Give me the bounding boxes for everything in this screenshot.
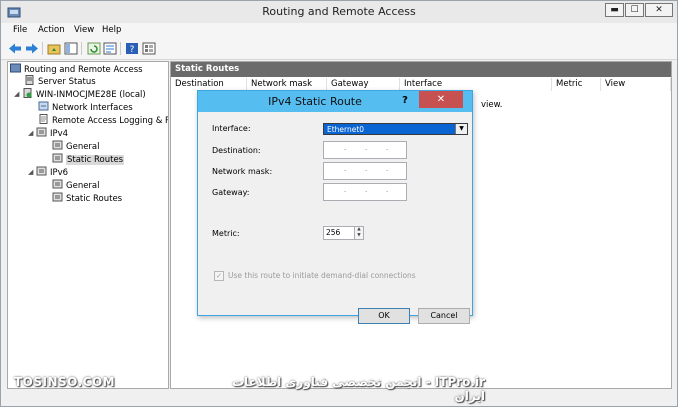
watermark-tosinso: TOSINSO.COM bbox=[14, 375, 116, 389]
tree-item-ipv6[interactable]: ◢ IPv6 bbox=[28, 166, 68, 179]
empty-list-message: view. bbox=[481, 100, 503, 110]
toolbar-separator bbox=[120, 42, 121, 55]
tree-item-ipv4-general[interactable]: General bbox=[52, 140, 100, 153]
tree-item-remote-access-logging[interactable]: Remote Access Logging & Pol bbox=[38, 114, 168, 127]
menu-action[interactable]: Action bbox=[38, 25, 65, 35]
help-icon[interactable]: ? bbox=[125, 42, 139, 55]
window-title: Routing and Remote Access bbox=[262, 5, 416, 18]
menu-bar: File Action View Help bbox=[1, 23, 677, 39]
gateway-ip-input[interactable]: . . . bbox=[323, 183, 407, 201]
demand-dial-checkbox[interactable]: ✓ bbox=[214, 271, 224, 281]
collapse-arrow-icon[interactable]: ◢ bbox=[14, 88, 22, 101]
refresh-icon[interactable] bbox=[87, 42, 101, 55]
close-window-button[interactable]: ✕ bbox=[645, 3, 673, 17]
metric-spinbox[interactable]: 256 ▲ ▼ bbox=[323, 226, 364, 240]
metric-label: Metric: bbox=[212, 229, 240, 238]
tree-item-ipv6-general[interactable]: General bbox=[52, 179, 100, 192]
tree-item-server-status[interactable]: Server Status bbox=[24, 75, 96, 88]
static-routes-icon bbox=[52, 192, 63, 202]
destination-ip-input[interactable]: . . . bbox=[323, 141, 407, 159]
watermark-itpro: ITPro.ir - انجمن تخصصی فناوری اطلاعات ای… bbox=[231, 375, 485, 403]
dropdown-arrow-icon[interactable]: ▼ bbox=[455, 124, 467, 134]
back-arrow-icon[interactable] bbox=[8, 42, 22, 55]
cancel-button[interactable]: Cancel bbox=[418, 308, 470, 324]
interface-selected-value: Ethernet0 bbox=[327, 125, 365, 134]
static-routes-icon bbox=[52, 153, 63, 163]
toolbar-separator bbox=[42, 42, 43, 55]
interface-label: Interface: bbox=[212, 124, 251, 133]
menu-help[interactable]: Help bbox=[102, 25, 121, 35]
title-bar: Routing and Remote Access ▬ ☐ ✕ bbox=[1, 1, 677, 23]
toolbar-separator bbox=[81, 42, 82, 55]
collapse-arrow-icon[interactable]: ◢ bbox=[28, 166, 36, 179]
pane-title: Static Routes bbox=[171, 62, 671, 77]
spin-up-down-icon[interactable]: ▲ ▼ bbox=[354, 227, 363, 239]
tree-item-ipv6-static-routes[interactable]: Static Routes bbox=[52, 192, 122, 205]
network-interfaces-icon bbox=[38, 101, 49, 111]
ipv4-static-route-dialog: IPv4 Static Route ? ✕ Interface: Etherne… bbox=[197, 90, 473, 324]
dialog-body: Interface: Ethernet0 ▼ Destination: . . … bbox=[202, 113, 470, 324]
dialog-title-bar: IPv4 Static Route ? ✕ bbox=[198, 91, 472, 112]
collapse-arrow-icon[interactable]: ◢ bbox=[28, 127, 36, 140]
tree-item-server-local[interactable]: ◢ WIN-INMOCJME28E (local) bbox=[14, 88, 146, 101]
menu-file[interactable]: File bbox=[13, 25, 27, 35]
export-list-icon[interactable] bbox=[103, 42, 117, 55]
tree-item-network-interfaces[interactable]: Network Interfaces bbox=[38, 101, 133, 114]
maximize-button[interactable]: ☐ bbox=[625, 3, 644, 17]
metric-value: 256 bbox=[326, 228, 341, 237]
server-icon bbox=[25, 75, 34, 85]
general-icon bbox=[52, 140, 63, 150]
ip-folder-icon bbox=[36, 166, 47, 176]
menu-view[interactable]: View bbox=[74, 25, 94, 35]
demand-dial-checkbox-label: Use this route to initiate demand-dial c… bbox=[228, 271, 416, 280]
column-view[interactable]: View bbox=[601, 78, 671, 91]
dialog-close-button[interactable]: ✕ bbox=[419, 91, 463, 108]
forward-arrow-icon[interactable] bbox=[25, 42, 39, 55]
ip-folder-icon bbox=[36, 127, 47, 137]
network-mask-label: Network mask: bbox=[212, 167, 273, 176]
svg-text:?: ? bbox=[130, 45, 135, 55]
show-hide-tree-icon[interactable] bbox=[64, 42, 78, 55]
toolbar: ? bbox=[1, 39, 677, 60]
column-metric[interactable]: Metric bbox=[552, 78, 601, 91]
rras-icon bbox=[10, 63, 21, 73]
server-green-icon bbox=[23, 88, 32, 98]
console-tree: Routing and Remote Access Server Status … bbox=[7, 61, 169, 389]
destination-label: Destination: bbox=[212, 146, 261, 155]
interface-select[interactable]: Ethernet0 ▼ bbox=[323, 123, 468, 135]
network-mask-input[interactable]: . . . bbox=[323, 162, 407, 180]
tree-item-ipv4-static-routes[interactable]: Static Routes bbox=[52, 153, 125, 166]
up-folder-icon[interactable] bbox=[47, 42, 61, 55]
general-icon bbox=[52, 179, 63, 189]
gateway-label: Gateway: bbox=[212, 188, 250, 197]
help-button[interactable]: ? bbox=[395, 93, 415, 108]
tree-item-ipv4[interactable]: ◢ IPv4 bbox=[28, 127, 68, 140]
properties-icon[interactable] bbox=[142, 42, 156, 55]
ok-button[interactable]: OK bbox=[358, 308, 410, 324]
logging-icon bbox=[39, 114, 48, 124]
minimize-button[interactable]: ▬ bbox=[605, 3, 624, 17]
